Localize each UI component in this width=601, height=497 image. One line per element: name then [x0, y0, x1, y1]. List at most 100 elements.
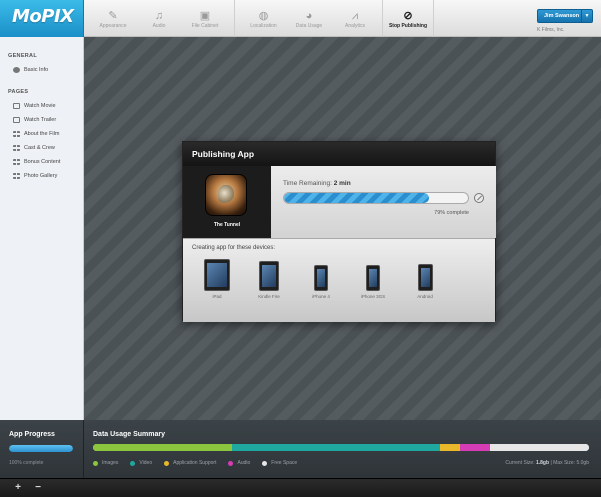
- legend-item: Application Support: [164, 460, 216, 466]
- legend-label: Free Space: [271, 460, 298, 466]
- device-icon: [204, 259, 230, 291]
- data-usage-segment: [489, 444, 589, 451]
- sidebar-item-label: Photo Gallery: [24, 173, 58, 179]
- publishing-modal: Publishing App The Tunnel Time Remaining…: [182, 141, 496, 322]
- user-name: Jim Swanson: [544, 13, 580, 19]
- time-remaining: Time Remaining: 2 min: [283, 180, 351, 187]
- toolbar-label: Localization: [250, 23, 277, 29]
- data-usage-segment: [93, 444, 232, 451]
- sidebar-item-label: Cast & Crew: [24, 145, 55, 151]
- screen-icon: [13, 103, 20, 109]
- legend-dot-icon: [164, 460, 170, 466]
- grid-icon: [13, 159, 20, 165]
- app-progress-fill: [9, 445, 73, 452]
- top-bar: MoPIX ✎ Appearance ♫ Audio ▣ File Cabine…: [0, 0, 601, 37]
- legend-label: Audio: [237, 460, 251, 466]
- device-icon: [259, 261, 279, 291]
- device-icon: [417, 264, 433, 291]
- device-item: iPhone 4: [295, 259, 347, 300]
- sidebar-item-photo-gallery[interactable]: Photo Gallery: [0, 169, 83, 183]
- toolbar-label: Data Usage: [295, 23, 323, 29]
- sidebar-item-bonus-content[interactable]: Bonus Content: [0, 155, 83, 169]
- toolbar-label: Analytics: [344, 23, 365, 29]
- sidebar: GENERAL Basic Info PAGES Watch Movie Wat…: [0, 37, 84, 420]
- company-name: K Films, Inc.: [537, 27, 565, 33]
- device-item: Kindle Fire: [243, 259, 295, 300]
- app-logo[interactable]: MoPIX: [0, 0, 84, 37]
- data-usage-segment: [460, 444, 490, 451]
- device-name: iPad: [212, 294, 222, 299]
- publish-progress-fill: [284, 193, 430, 203]
- max-size: Max Size: 5.0gb: [553, 460, 589, 466]
- device-name: Android: [417, 294, 433, 299]
- toolbar-analytics[interactable]: ⩘ Analytics: [332, 0, 378, 37]
- toolbar-data-usage[interactable]: ◕ Data Usage: [286, 0, 332, 37]
- zoom-out-button[interactable]: −: [30, 481, 46, 495]
- bottom-bar: + −: [0, 478, 601, 497]
- sidebar-item-about-the-film[interactable]: About the Film: [0, 127, 83, 141]
- current-size-label: Current Size:: [505, 460, 535, 466]
- legend-label: Video: [139, 460, 153, 466]
- progress-percent-text: 79% complete: [434, 210, 469, 216]
- devices-label: Creating app for these devices:: [192, 245, 276, 251]
- app-progress-title: App Progress: [9, 431, 55, 438]
- toolbar-audio[interactable]: ♫ Audio: [136, 0, 182, 37]
- grid-icon: [13, 173, 20, 179]
- music-note-icon: ♫: [154, 10, 164, 22]
- main-stage: Publishing App The Tunnel Time Remaining…: [84, 37, 601, 420]
- sidebar-item-label: Basic Info: [24, 67, 49, 73]
- toolbar-label: File Cabinet: [191, 23, 219, 29]
- grid-icon: [13, 145, 20, 151]
- sidebar-item-label: Watch Movie: [24, 103, 56, 109]
- toolbar-appearance[interactable]: ✎ Appearance: [90, 0, 136, 37]
- user-menu-button[interactable]: Jim Swanson ▼: [537, 9, 593, 23]
- device-item: Android: [399, 259, 451, 300]
- modal-top-section: The Tunnel Time Remaining: 2 min 79% com…: [183, 166, 496, 238]
- data-usage-legend: Images Video Application Support Audio Free …: [93, 460, 309, 466]
- legend-dot-icon: [130, 460, 136, 466]
- data-usage-bar: [93, 444, 589, 451]
- device-icon: [314, 265, 328, 291]
- legend-dot-icon: [228, 460, 234, 466]
- chevron-down-icon[interactable]: ▼: [581, 10, 592, 22]
- toolbar-label: Stop Publishing: [388, 23, 428, 29]
- app-icon: [206, 175, 246, 215]
- device-name: Kindle Fire: [258, 294, 280, 299]
- brush-icon: ✎: [108, 10, 118, 22]
- sidebar-item-basic-info[interactable]: Basic Info: [0, 63, 83, 77]
- publish-progress-panel: Time Remaining: 2 min 79% complete: [271, 166, 496, 238]
- info-icon: [13, 67, 20, 73]
- legend-item: Free Space: [262, 460, 297, 466]
- publish-progress-bar: [283, 192, 469, 204]
- toolbar-localization[interactable]: ◍ Localization: [234, 0, 286, 37]
- grid-icon: [13, 131, 20, 137]
- briefcase-icon: ▣: [199, 10, 211, 22]
- data-usage-panel: Data Usage Summary Images Video Applicatio…: [84, 420, 601, 478]
- globe-icon: ◍: [258, 10, 269, 22]
- toolbar-label: Audio: [152, 23, 166, 29]
- device-item: iPad: [191, 259, 243, 300]
- legend-item: Video: [130, 460, 152, 466]
- device-name: iPhone 4: [312, 294, 330, 299]
- device-icon: [366, 265, 380, 291]
- device-item: iPhone 3GS: [347, 259, 399, 300]
- sidebar-item-label: Bonus Content: [24, 159, 61, 165]
- devices-section: Creating app for these devices: iPad Kind…: [183, 238, 495, 322]
- legend-label: Images: [102, 460, 119, 466]
- modal-title: Publishing App: [183, 142, 495, 166]
- sidebar-item-watch-trailer[interactable]: Watch Trailer: [0, 113, 83, 127]
- line-chart-icon: ⩘: [351, 10, 359, 22]
- screen-icon: [13, 117, 20, 123]
- current-size-value: 1.8gb: [535, 460, 550, 466]
- cancel-icon[interactable]: [474, 193, 484, 203]
- app-progress-bar: [9, 445, 73, 452]
- toolbar-stop-publishing[interactable]: ⊘ Stop Publishing: [382, 0, 434, 37]
- sidebar-section-pages: PAGES: [8, 89, 29, 95]
- zoom-in-button[interactable]: +: [10, 481, 26, 495]
- size-info: Current Size: 1.8gb | Max Size: 5.0gb: [505, 460, 589, 466]
- sidebar-item-watch-movie[interactable]: Watch Movie: [0, 99, 83, 113]
- toolbar-file-cabinet[interactable]: ▣ File Cabinet: [182, 0, 228, 37]
- app-panel: The Tunnel: [183, 166, 271, 238]
- sidebar-item-cast-crew[interactable]: Cast & Crew: [0, 141, 83, 155]
- time-remaining-label: Time Remaining:: [283, 180, 332, 187]
